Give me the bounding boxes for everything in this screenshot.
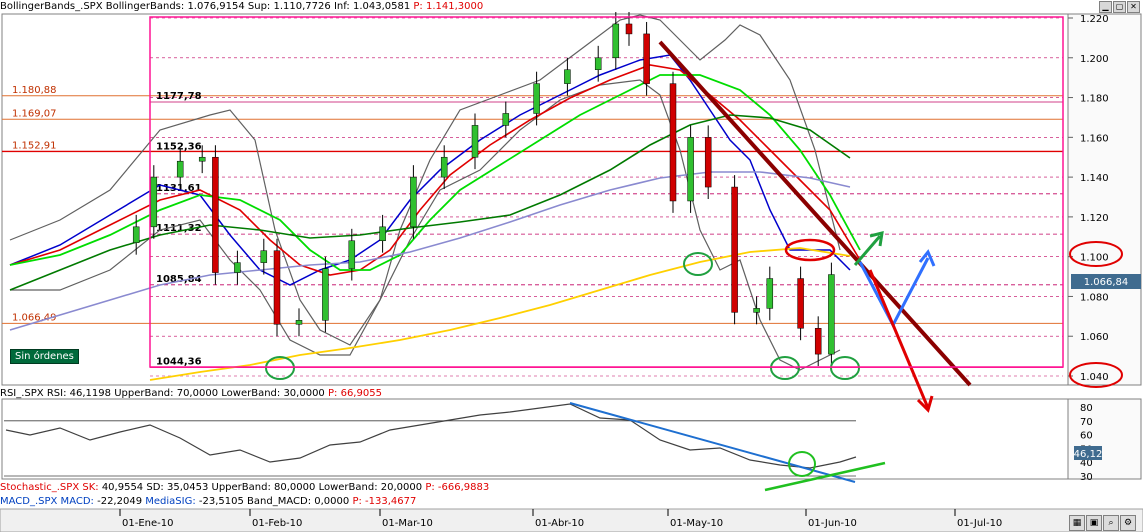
candle-body [150, 176, 158, 228]
horizontal-gridlines [150, 17, 1063, 377]
level-label: 1.152,91 [12, 140, 57, 151]
candle-body [176, 160, 184, 178]
drawn-annotations [265, 40, 972, 413]
candle-body [564, 69, 571, 84]
candle-body [273, 250, 281, 325]
rsi-lines [4, 402, 886, 492]
candle-body [533, 83, 540, 114]
orders-button[interactable]: Sin órdenes [10, 349, 79, 364]
projection-arrow-green [853, 235, 882, 266]
price-tick-label: 1.140 [1080, 173, 1109, 184]
support-resistance-levels: 1.180,881.169,071.152,911.066,491177,781… [2, 85, 1063, 369]
candle-body [766, 278, 774, 309]
ma-yellow [149, 247, 851, 381]
candle-body [612, 23, 620, 59]
price-tick-label: 1.060 [1080, 332, 1109, 343]
price-tick-label: 1.160 [1080, 133, 1109, 144]
ma-dark-green [9, 114, 851, 291]
candle-body [731, 186, 738, 313]
candle-body [379, 226, 386, 242]
candle-body [753, 308, 760, 313]
candle-body [502, 113, 510, 126]
candle-body [828, 274, 835, 355]
settings-icon[interactable]: ⚙ [1120, 515, 1136, 531]
fib-label: 1085,84 [156, 274, 202, 285]
candle-body [669, 83, 677, 202]
candle-body [704, 137, 712, 188]
date-label: 01-Abr-10 [535, 518, 584, 529]
candle-body [687, 137, 694, 202]
candle-body [594, 57, 602, 70]
candle-body [198, 156, 206, 162]
fib-label: 1044,36 [156, 356, 202, 367]
candle-body [643, 33, 650, 84]
price-chart[interactable]: 1.180,881.169,071.152,911.066,491177,781… [0, 0, 1143, 532]
price-tick-label: 1.080 [1080, 292, 1109, 303]
rsi-tick-label: 60 [1080, 431, 1093, 442]
fib-label: 1177,78 [156, 91, 202, 102]
date-label: 01-Jun-10 [808, 518, 857, 529]
candle-body [132, 226, 140, 243]
current-price-label: 1.066,84 [1084, 277, 1129, 288]
candle-body [295, 320, 303, 325]
candle-body [625, 23, 633, 35]
rsi-current-label: 46,12 [1074, 449, 1103, 460]
price-tick-label: 1.180 [1080, 94, 1109, 105]
candle-body [322, 268, 329, 321]
axis-labels: 1.220 1.200 1.180 1.160 1.140 1.120 1.100 1.080… [119, 14, 1109, 529]
candle-body [348, 240, 356, 269]
candle-body [410, 176, 417, 228]
candle-body [797, 278, 804, 329]
price-tick-label: 1.200 [1080, 54, 1109, 65]
rsi-support-line [764, 461, 886, 492]
price-axis-panel [1067, 13, 1142, 386]
date-label: 01-May-10 [670, 518, 723, 529]
candle-body [471, 125, 479, 158]
date-label: 01-Mar-10 [382, 518, 433, 529]
highlight-circle [683, 252, 713, 276]
candle-body [212, 156, 219, 273]
candle-body [814, 328, 822, 355]
projection-arrow-red [868, 269, 930, 409]
rsi-axis-panel [1067, 398, 1142, 480]
candle-body [260, 250, 268, 263]
fibonacci-frame [149, 16, 1064, 368]
price-tick-label: 1.220 [1080, 14, 1109, 25]
rsi-tick-label: 30 [1080, 472, 1093, 483]
rsi-line [5, 403, 857, 469]
level-label: 1.169,07 [12, 108, 57, 119]
zoom-icon[interactable]: ⌕ [1103, 515, 1119, 531]
rsi-tick-label: 70 [1080, 417, 1093, 428]
price-tick-label: 1.100 [1080, 253, 1109, 264]
candle-body [440, 156, 448, 178]
rsi-panel-border [1, 398, 1069, 480]
level-label: 1.180,88 [12, 85, 57, 96]
tool-icon-1[interactable]: ▦ [1069, 515, 1085, 531]
save-icon[interactable]: ▣ [1086, 515, 1102, 531]
fib-label: 1131,61 [156, 183, 202, 194]
rsi-tick-label: 80 [1080, 403, 1093, 414]
candle-body [234, 262, 241, 273]
price-tick-label: 1.120 [1080, 213, 1109, 224]
projection-path-blue [858, 257, 930, 329]
date-label: 01-Jul-10 [957, 518, 1002, 529]
date-label: 01-Feb-10 [252, 518, 302, 529]
candlesticks [132, 12, 835, 367]
fib-label: 1152,36 [156, 142, 202, 153]
date-label: 01-Ene-10 [122, 518, 173, 529]
bollinger-upper [9, 14, 841, 346]
price-tick-label: 1.040 [1080, 372, 1109, 383]
